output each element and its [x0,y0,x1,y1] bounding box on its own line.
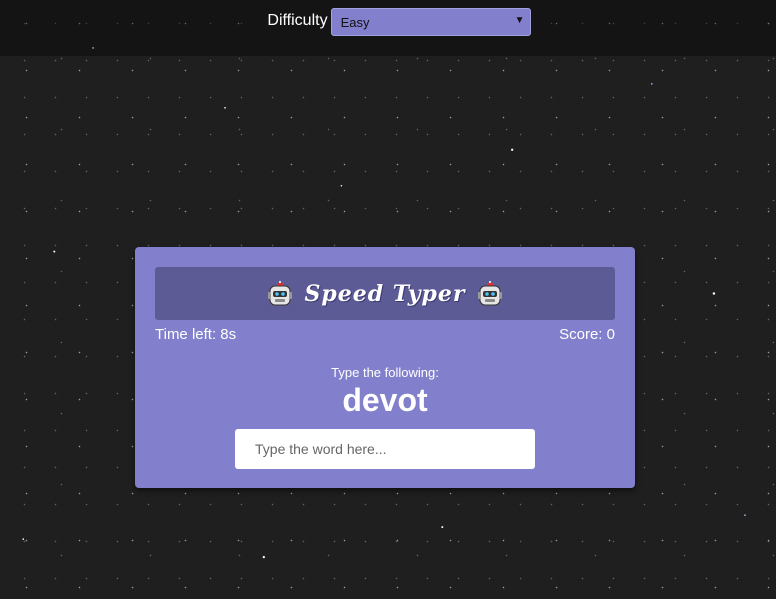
time-left: Time left: 8s [155,326,237,343]
settings-bar: Difficulty Easy ▼ [0,0,776,56]
game-title: Speed Typer [304,280,466,307]
chevron-down-icon: ▼ [514,15,525,26]
difficulty-select[interactable]: Easy ▼ [330,8,531,36]
game-header: Speed Typer [155,267,615,320]
difficulty-label: Difficulty [267,12,328,29]
robot-face-icon [477,280,502,305]
game-card: Speed Typer Time left: 8s Score: 0 Type … [135,247,635,488]
word-input[interactable] [235,429,535,469]
difficulty-selected-value: Easy [340,15,370,30]
robot-face-icon [268,280,293,305]
current-word: devot [342,382,428,418]
game-stats: Time left: 8s Score: 0 [155,326,615,343]
score: Score: 0 [559,326,615,343]
typing-prompt: Type the following: [331,365,439,380]
